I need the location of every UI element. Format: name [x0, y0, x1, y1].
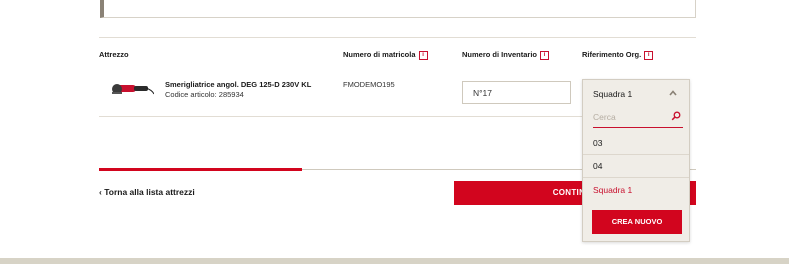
dropdown-separator: [583, 177, 689, 178]
header-org-ref-label: Riferimento Org.: [582, 50, 642, 59]
tool-code: Codice articolo: 285934: [165, 90, 244, 99]
dropdown-option[interactable]: 04: [583, 155, 689, 177]
header-tool-label: Attrezzo: [99, 50, 129, 59]
chevron-left-icon: ‹: [99, 187, 102, 197]
row-divider: [99, 116, 582, 117]
search-icon[interactable]: [671, 111, 681, 121]
org-ref-dropdown[interactable]: Squadra 1 Cerca 03 04 Squadra 1 CREA NUO…: [582, 79, 690, 242]
chevron-up-icon: [669, 90, 677, 96]
info-icon[interactable]: i: [418, 50, 428, 60]
create-new-button[interactable]: CREA NUOVO: [592, 210, 682, 234]
dropdown-option[interactable]: 03: [583, 132, 689, 154]
header-inventory: Numero di Inventario i: [462, 50, 550, 60]
divider: [99, 37, 696, 38]
dropdown-search-field[interactable]: Cerca: [593, 108, 683, 128]
angle-grinder-image: [112, 84, 154, 95]
top-panel: [100, 0, 696, 18]
header-org-ref: Riferimento Org. i: [582, 50, 654, 60]
header-serial: Numero di matricola i: [343, 50, 428, 60]
serial-number: FMODEMO195: [343, 80, 395, 89]
inventory-number-input[interactable]: [462, 81, 571, 104]
dropdown-option-selected[interactable]: Squadra 1: [583, 179, 689, 201]
dropdown-search-input[interactable]: Cerca: [593, 112, 616, 122]
header-inventory-label: Numero di Inventario: [462, 50, 538, 59]
dropdown-toggle[interactable]: Squadra 1: [583, 80, 689, 106]
back-to-tools-link[interactable]: ‹ Torna alla lista attrezzi: [99, 187, 195, 197]
footer-band: [0, 258, 789, 264]
info-icon[interactable]: i: [644, 50, 654, 60]
page: Attrezzo Numero di matricola i Numero di …: [0, 0, 789, 264]
progress-fill: [99, 168, 302, 171]
back-link-label: Torna alla lista attrezzi: [104, 187, 195, 197]
header-serial-label: Numero di matricola: [343, 50, 416, 59]
tool-name: Smerigliatrice angol. DEG 125-D 230V KL: [165, 80, 312, 89]
info-icon[interactable]: i: [540, 50, 550, 60]
dropdown-selected-value: Squadra 1: [593, 89, 633, 99]
header-tool: Attrezzo: [99, 50, 129, 59]
